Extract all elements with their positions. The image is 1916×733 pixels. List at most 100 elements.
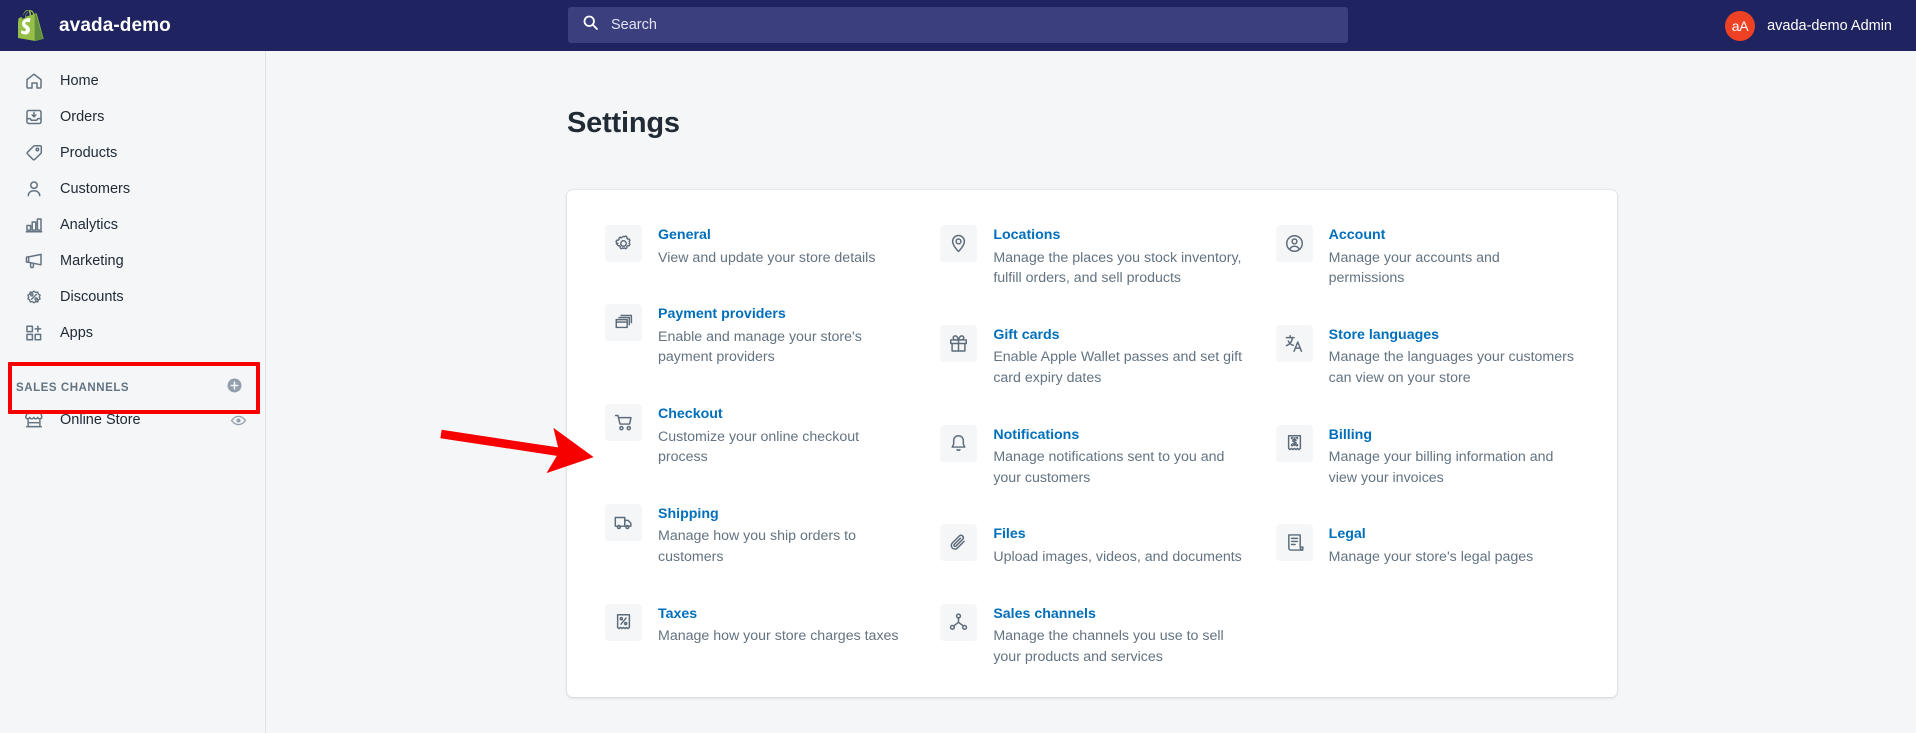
sales-channels-nodes-icon [940,604,977,641]
marketing-megaphone-icon [24,251,44,271]
setting-link[interactable]: Sales channels [993,604,1243,625]
setting-description: Enable and manage your store's payment p… [658,329,862,366]
payment-card-icon [605,304,642,341]
setting-description: Manage how your store charges taxes [658,628,899,644]
account-person-circle-icon [1276,225,1313,262]
setting-description: Enable Apple Wallet passes and set gift … [993,349,1242,386]
setting-link[interactable]: Checkout [658,404,908,425]
main-content: Settings General View and update your st… [267,51,1916,733]
setting-link[interactable]: Files [993,524,1241,545]
setting-notifications[interactable]: Notifications Manage notifications sent … [928,424,1255,489]
setting-link[interactable]: Taxes [658,604,899,625]
sales-channels-title: SALES CHANNELS [16,382,129,394]
setting-account[interactable]: Account Manage your accounts and permiss… [1264,224,1591,289]
setting-description: Manage how you ship orders to customers [658,528,856,565]
search-placeholder: Search [611,17,657,33]
setting-description: Upload images, videos, and documents [993,549,1241,565]
sidebar-item-analytics[interactable]: Analytics [8,207,257,243]
search-input[interactable]: Search [568,7,1348,43]
setting-files[interactable]: Files Upload images, videos, and documen… [928,523,1255,567]
setting-gift-cards[interactable]: Gift cards Enable Apple Wallet passes an… [928,324,1255,389]
sidebar-item-label: Discounts [60,289,124,305]
page-title: Settings [567,107,680,140]
setting-description: Manage the places you stock inventory, f… [993,250,1241,287]
user-menu[interactable]: aA avada-demo Admin [1717,0,1900,51]
sidebar-item-home[interactable]: Home [8,63,257,99]
brand-area[interactable]: avada-demo [0,0,266,51]
search-container: Search [568,7,1348,43]
sales-channels-header: SALES CHANNELS [0,377,265,399]
setting-link[interactable]: Billing [1329,425,1579,446]
home-icon [24,71,44,91]
setting-billing[interactable]: Billing Manage your billing information … [1264,424,1591,489]
setting-description: Manage notifications sent to you and you… [993,449,1224,486]
notifications-bell-icon [940,425,977,462]
setting-description: Customize your online checkout process [658,429,859,466]
settings-card: General View and update your store detai… [567,190,1617,697]
location-pin-icon [940,225,977,262]
sidebar-item-orders[interactable]: Orders [8,99,257,135]
setting-locations[interactable]: Locations Manage the places you stock in… [928,224,1255,289]
setting-shipping[interactable]: Shipping Manage how you ship orders to c… [593,503,920,568]
user-name: avada-demo Admin [1767,18,1892,34]
setting-sales-channels[interactable]: Sales channels Manage the channels you u… [928,603,1255,668]
sidebar: Home Orders Products Customers [0,51,266,733]
sidebar-item-discounts[interactable]: Discounts [8,279,257,315]
setting-link[interactable]: Account [1329,225,1579,246]
sidebar-item-label: Online Store [60,412,141,428]
sidebar-item-customers[interactable]: Customers [8,171,257,207]
settings-column-1: General View and update your store detai… [593,224,920,667]
online-store-icon [24,410,44,430]
top-bar: avada-demo Search aA avada-demo Admin [0,0,1916,51]
setting-link[interactable]: Payment providers [658,304,908,325]
sidebar-item-label: Products [60,145,117,161]
setting-description: Manage your billing information and view… [1329,449,1554,486]
search-icon [582,14,599,36]
setting-link[interactable]: Notifications [993,425,1243,446]
setting-legal[interactable]: Legal Manage your store's legal pages [1264,523,1591,567]
setting-description: View and update your store details [658,250,875,266]
sidebar-item-apps[interactable]: Apps [8,315,257,351]
sidebar-item-products[interactable]: Products [8,135,257,171]
products-tag-icon [24,143,44,163]
taxes-receipt-percent-icon [605,604,642,641]
eye-icon[interactable] [230,412,247,429]
sidebar-item-label: Apps [60,325,93,341]
setting-description: Manage the languages your customers can … [1329,349,1574,386]
sidebar-item-label: Customers [60,181,130,197]
setting-general[interactable]: General View and update your store detai… [593,224,920,268]
files-paperclip-icon [940,524,977,561]
setting-link[interactable]: Store languages [1329,325,1579,346]
setting-link[interactable]: Locations [993,225,1243,246]
setting-description: Manage the channels you use to sell your… [993,628,1223,665]
setting-checkout[interactable]: Checkout Customize your online checkout … [593,403,920,468]
sidebar-item-online-store[interactable]: Online Store [8,402,257,438]
setting-link[interactable]: General [658,225,875,246]
billing-receipt-dollar-icon [1276,425,1313,462]
legal-document-icon [1276,524,1313,561]
setting-taxes[interactable]: Taxes Manage how your store charges taxe… [593,603,920,647]
avatar: aA [1725,11,1755,41]
sidebar-item-label: Marketing [60,253,124,269]
apps-grid-plus-icon [24,323,44,343]
store-languages-translate-icon [1276,325,1313,362]
sidebar-item-marketing[interactable]: Marketing [8,243,257,279]
gift-card-icon [940,325,977,362]
checkout-cart-icon [605,404,642,441]
shipping-truck-icon [605,504,642,541]
setting-link[interactable]: Shipping [658,504,908,525]
sidebar-item-label: Home [60,73,99,89]
sidebar-item-label: Orders [60,109,104,125]
plus-circle-icon[interactable] [226,377,243,399]
setting-store-languages[interactable]: Store languages Manage the languages you… [1264,324,1591,389]
setting-link[interactable]: Gift cards [993,325,1243,346]
shopify-bag-logo-icon [18,10,45,41]
setting-link[interactable]: Legal [1329,524,1534,545]
orders-inbox-icon [24,107,44,127]
settings-column-2: Locations Manage the places you stock in… [928,224,1255,667]
discounts-percent-badge-icon [24,287,44,307]
analytics-bar-chart-icon [24,215,44,235]
store-name: avada-demo [59,15,171,37]
setting-payment-providers[interactable]: Payment providers Enable and manage your… [593,303,920,368]
sidebar-item-label: Analytics [60,217,118,233]
